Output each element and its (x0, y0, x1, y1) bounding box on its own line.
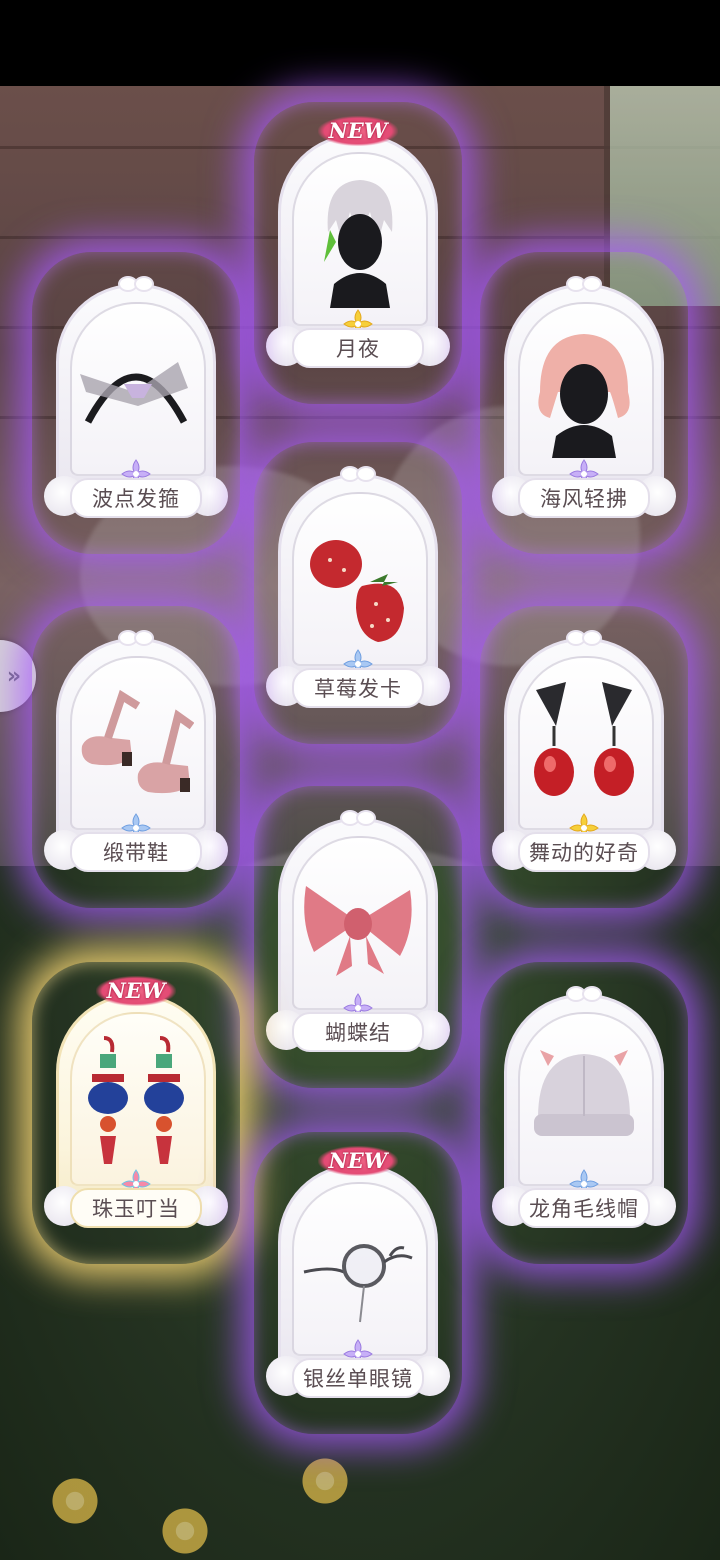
reward-card-haifeng[interactable]: 海风轻拂 (485, 268, 683, 538)
card-label: 缎带鞋 (70, 832, 202, 872)
card-label: 舞动的好奇 (518, 832, 650, 872)
card-label: 海风轻拂 (518, 478, 650, 518)
ribbon-bow-icon (566, 984, 602, 1002)
reward-card-bodian[interactable]: 波点发箍 (37, 268, 235, 538)
ribbon-bow-icon (566, 274, 602, 292)
background-flower (40, 1466, 110, 1536)
new-badge: NEW (318, 116, 398, 146)
background-flower (290, 1446, 360, 1516)
reward-card-wudong[interactable]: 舞动的好奇 (485, 622, 683, 892)
card-label: 波点发箍 (70, 478, 202, 518)
reward-card-yueye[interactable]: 月夜 NEW (259, 116, 457, 388)
reward-card-duandai[interactable]: 缎带鞋 (37, 622, 235, 892)
ribbon-shoes-icon (78, 676, 194, 812)
reward-card-caomei[interactable]: 草莓发卡 (259, 458, 457, 728)
new-badge: NEW (318, 1146, 398, 1176)
pink-bow-icon (300, 856, 416, 992)
background-flower (150, 1496, 220, 1560)
reward-card-yinsi[interactable]: 银丝单眼镜 NEW (259, 1146, 457, 1418)
lantern-earrings-icon (78, 1032, 194, 1168)
reward-card-longjiao[interactable]: 龙角毛线帽 (485, 978, 683, 1248)
card-label: 龙角毛线帽 (518, 1188, 650, 1228)
hair-pink-icon (526, 322, 642, 458)
ribbon-bow-icon (118, 628, 154, 646)
ribbon-bow-icon (340, 808, 376, 826)
ribbon-bow-icon (340, 464, 376, 482)
card-label: 珠玉叮当 (70, 1188, 202, 1228)
status-bar (0, 0, 720, 86)
monocle-icon (300, 1202, 416, 1338)
red-earrings-icon (526, 676, 642, 812)
card-label: 蝴蝶结 (292, 1012, 424, 1052)
reward-card-zhuyu[interactable]: 珠玉叮当 NEW (37, 976, 235, 1248)
card-label: 月夜 (292, 328, 424, 368)
headband-icon (78, 322, 194, 458)
card-label: 草莓发卡 (292, 668, 424, 708)
ribbon-bow-icon (118, 274, 154, 292)
card-label: 银丝单眼镜 (292, 1358, 424, 1398)
knit-hat-icon (526, 1032, 642, 1168)
reward-card-hudiejie[interactable]: 蝴蝶结 (259, 802, 457, 1072)
ribbon-bow-icon (566, 628, 602, 646)
hair-silver-icon (300, 172, 416, 308)
new-badge: NEW (96, 976, 176, 1006)
chevron-double-right-icon: » (6, 663, 22, 689)
strawberry-hairpin-icon (300, 512, 416, 648)
